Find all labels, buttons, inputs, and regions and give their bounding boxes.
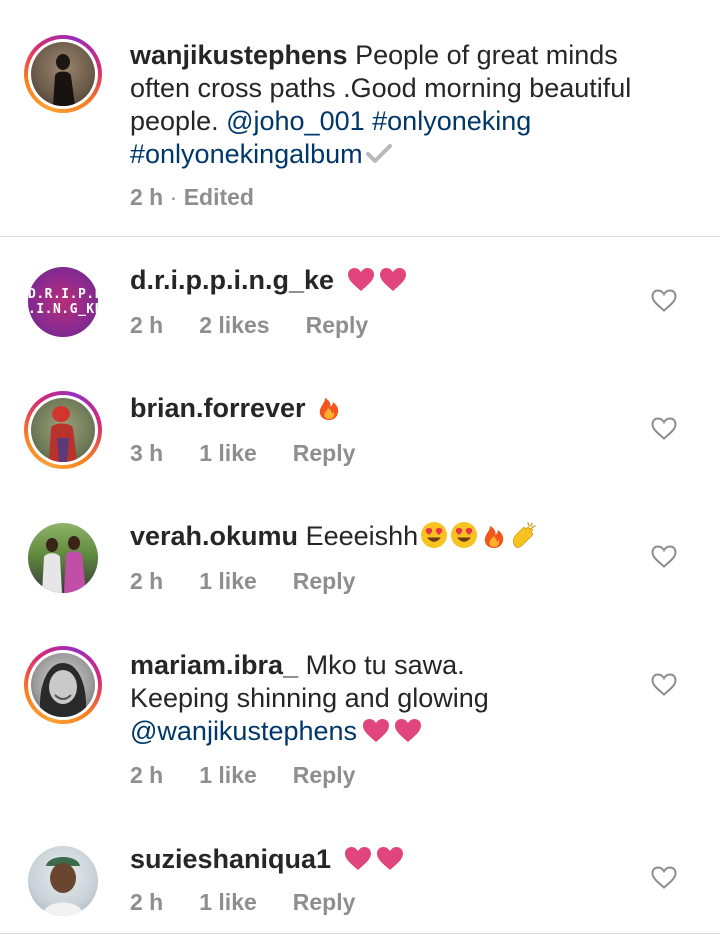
comment-meta: 3 h 1 like Reply (130, 440, 391, 467)
comment-text-line2: Keeping shinning and glowing (130, 683, 489, 713)
comment-text: Mko tu sawa. (298, 650, 465, 680)
heart-emoji-icon (380, 268, 406, 292)
reply-button[interactable]: Reply (293, 762, 356, 788)
avatar-photo (31, 42, 95, 106)
hashtag-link[interactable]: #onlyonekingalbum (130, 139, 363, 169)
commenter-avatar[interactable]: D.R.I.P.P .I.N.G_KE (24, 263, 102, 341)
comment-time: 2 h (130, 762, 164, 788)
like-heart-icon[interactable] (651, 545, 677, 569)
caption-meta: 2 h · Edited (130, 184, 254, 210)
avatar-logo: D.R.I.P.P .I.N.G_KE (28, 267, 98, 337)
comment-username[interactable]: brian.forrever (130, 393, 306, 423)
comment-username[interactable]: suzieshaniqua1 (130, 844, 331, 874)
heart-eyes-emoji-icon (420, 521, 448, 549)
person-silhouette-icon (53, 54, 75, 106)
comment-likes-link[interactable]: 1 like (199, 762, 257, 788)
comment-username[interactable]: mariam.ibra_ (130, 650, 298, 680)
caption-text: People of great minds (347, 40, 618, 70)
reply-button[interactable]: Reply (293, 889, 356, 915)
comment-time: 2 h (130, 889, 164, 915)
like-heart-icon[interactable] (651, 673, 677, 697)
like-heart-icon[interactable] (651, 417, 677, 441)
caption-author-avatar[interactable] (24, 35, 102, 113)
avatar-photo (31, 653, 95, 717)
heart-emoji-icon (348, 268, 374, 292)
person-face-icon (42, 857, 84, 916)
couple-photo-icon (42, 536, 86, 593)
caption-edited-label: Edited (183, 184, 254, 210)
fire-emoji-icon (315, 393, 343, 421)
person-face-icon (39, 663, 87, 717)
caption-time: 2 h (130, 184, 164, 210)
comment-meta: 2 h 1 like Reply (130, 889, 391, 916)
bottom-divider (0, 933, 720, 934)
reply-button[interactable]: Reply (293, 568, 356, 594)
hashtag-link[interactable]: #onlyoneking (372, 106, 531, 136)
fire-emoji-icon (480, 521, 508, 549)
verified-check-icon (365, 144, 392, 163)
person-silhouette-icon (49, 406, 77, 462)
caption-text-line2: often cross paths .Good morning beautifu… (130, 73, 632, 103)
comment-time: 2 h (130, 312, 164, 338)
comment-mention-link[interactable]: @wanjikustephens (130, 716, 357, 746)
comment-likes-link[interactable]: 1 like (199, 568, 257, 594)
comment-likes-link[interactable]: 1 like (199, 889, 257, 915)
comment-time: 2 h (130, 568, 164, 594)
heart-emoji-icon (363, 719, 389, 743)
commenter-avatar[interactable] (24, 519, 102, 597)
avatar-photo (28, 523, 98, 593)
comment-username[interactable]: d.r.i.p.p.i.n.g_ke (130, 265, 334, 295)
heart-emoji-icon (395, 719, 421, 743)
comment-meta: 2 h 1 like Reply (130, 762, 391, 789)
reply-button[interactable]: Reply (293, 440, 356, 466)
commenter-avatar[interactable] (24, 646, 102, 724)
like-heart-icon[interactable] (651, 866, 677, 890)
comment-meta: 2 h 2 likes Reply (130, 312, 404, 339)
heart-eyes-emoji-icon (450, 521, 478, 549)
like-heart-icon[interactable] (651, 289, 677, 313)
heart-emoji-icon (345, 847, 371, 871)
clapping-hands-emoji-icon (510, 521, 538, 549)
avatar-photo (28, 846, 98, 916)
caption-mention-link[interactable]: @joho_001 (226, 106, 365, 136)
comment-likes-link[interactable]: 1 like (199, 440, 257, 466)
comment-username[interactable]: verah.okumu (130, 521, 298, 551)
heart-emoji-icon (377, 847, 403, 871)
avatar-photo (31, 398, 95, 462)
post-caption: wanjikustephens People of great minds of… (0, 0, 720, 237)
commenter-avatar[interactable] (24, 391, 102, 469)
commenter-avatar[interactable] (24, 842, 102, 920)
comment-likes-link[interactable]: 2 likes (199, 312, 269, 338)
caption-username[interactable]: wanjikustephens (130, 40, 348, 70)
comment-text: Eeeeishh (298, 521, 419, 551)
comment-meta: 2 h 1 like Reply (130, 568, 391, 595)
reply-button[interactable]: Reply (306, 312, 369, 338)
caption-text-line3: people. (130, 106, 227, 136)
comment-time: 3 h (130, 440, 164, 466)
